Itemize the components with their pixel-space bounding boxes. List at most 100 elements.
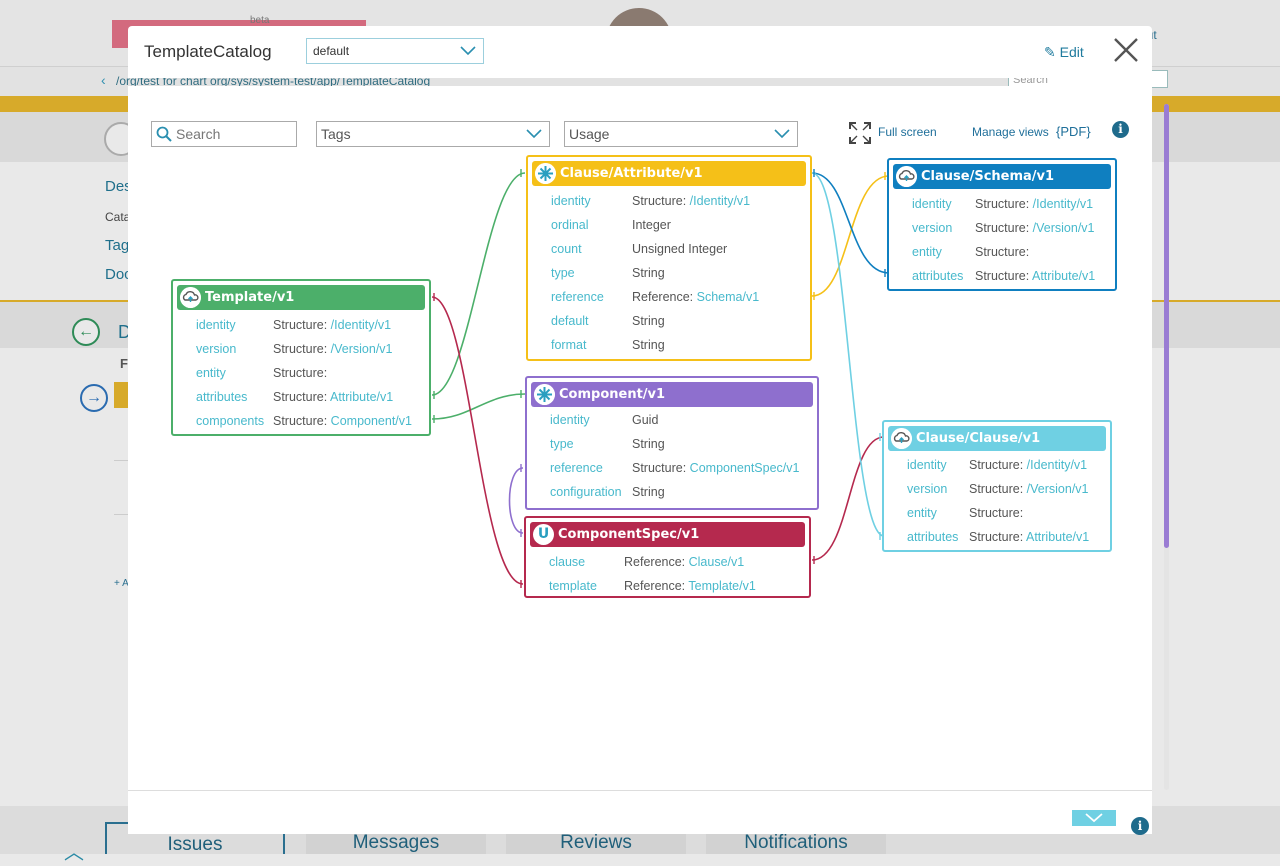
field-reference-link[interactable]: /Version/v1	[1027, 482, 1089, 496]
field-name: default	[551, 314, 589, 328]
field-type: Guid	[632, 408, 658, 432]
field-type: Integer	[632, 213, 671, 237]
field-type: String	[632, 432, 665, 456]
field-name: components	[196, 414, 265, 428]
field-type-label: Structure:	[273, 390, 330, 404]
field-reference-link[interactable]: /Identity/v1	[1033, 197, 1093, 211]
field-type-label: Structure:	[273, 414, 331, 428]
field-name: identity	[196, 318, 236, 332]
field-type: Structure:	[273, 361, 327, 385]
field-name: reference	[550, 461, 603, 475]
field-type: Structure: /Identity/v1	[975, 192, 1093, 216]
field-type-label: Structure:	[969, 506, 1024, 520]
field-name: count	[551, 242, 582, 256]
entity-header[interactable]: Clause/Schema/v1	[893, 164, 1111, 189]
field-type-label: Structure:	[975, 197, 1033, 211]
field-type: String	[632, 309, 665, 333]
field-name: identity	[551, 194, 591, 208]
field-type: String	[632, 333, 665, 357]
field-type: Reference: Clause/v1	[624, 550, 744, 574]
entity-card-attribute[interactable]: Clause/Attribute/v1 identity Structure: /…	[526, 155, 812, 361]
field-reference-link[interactable]: Clause/v1	[689, 555, 745, 569]
field-name: identity	[912, 197, 952, 211]
field-type: Structure: /Identity/v1	[273, 313, 391, 337]
field-type: Reference: Template/v1	[624, 574, 756, 598]
field-type: Structure: Component/v1	[273, 409, 412, 433]
field-type-label: Unsigned Integer	[632, 242, 728, 256]
field-type-label: Integer	[632, 218, 671, 232]
field-reference-link[interactable]: Attribute/v1	[1032, 269, 1095, 283]
field-type-label: String	[632, 485, 665, 499]
field-reference-link[interactable]: Attribute/v1	[330, 390, 393, 404]
field-name: version	[907, 482, 948, 496]
field-type-label: Structure:	[969, 482, 1027, 496]
field-type: Structure:	[969, 501, 1023, 525]
field-reference-link[interactable]: Attribute/v1	[1026, 530, 1089, 544]
field-type-label: Structure:	[969, 458, 1027, 472]
field-type: Structure: Attribute/v1	[969, 525, 1089, 549]
field-type: Structure: /Identity/v1	[969, 453, 1087, 477]
field-type-label: String	[632, 314, 665, 328]
connector-template-component	[431, 393, 526, 420]
entity-header[interactable]: Template/v1	[177, 285, 425, 310]
entity-title: Clause/Schema/v1	[921, 169, 1055, 184]
connector-spec-template	[431, 296, 524, 585]
entity-title: ComponentSpec/v1	[558, 527, 700, 542]
field-type-label: Structure:	[632, 461, 690, 475]
field-name: version	[196, 342, 237, 356]
field-type: Unsigned Integer	[632, 237, 727, 261]
field-type: Structure: /Version/v1	[969, 477, 1089, 501]
entity-title: Component/v1	[559, 387, 666, 402]
connector-component-spec	[508, 467, 524, 534]
field-name: template	[549, 579, 597, 593]
field-reference-link[interactable]: /Identity/v1	[1027, 458, 1087, 472]
field-reference-link[interactable]: /Version/v1	[1033, 221, 1095, 235]
field-type-label: Structure:	[969, 530, 1026, 544]
field-name: type	[550, 437, 574, 451]
field-name: configuration	[550, 485, 622, 499]
field-reference-link[interactable]: ComponentSpec/v1	[690, 461, 800, 475]
field-type-label: Structure:	[975, 269, 1032, 283]
entity-card-template[interactable]: Template/v1 identity Structure: /Identity…	[171, 279, 431, 436]
field-type-label: Structure:	[632, 194, 690, 208]
field-type-label: String	[632, 437, 665, 451]
entity-header[interactable]: Clause/Attribute/v1	[532, 161, 806, 186]
field-type: Structure: /Identity/v1	[632, 189, 750, 213]
connector-clause-attribute	[811, 172, 885, 537]
cloud-icon	[891, 428, 912, 449]
field-reference-link[interactable]: Schema/v1	[697, 290, 760, 304]
field-type: Structure: ComponentSpec/v1	[632, 456, 799, 480]
entity-title: Template/v1	[205, 290, 295, 305]
entity-header[interactable]: Component/v1	[531, 382, 813, 407]
entity-card-componentspec[interactable]: U ComponentSpec/v1 clause Reference: Clau…	[524, 516, 811, 598]
field-type: Structure:	[975, 240, 1029, 264]
entity-title: Clause/Clause/v1	[916, 431, 1041, 446]
u-icon: U	[533, 524, 554, 545]
field-reference-link[interactable]: Component/v1	[331, 414, 412, 428]
field-type-label: Structure:	[975, 221, 1033, 235]
field-name: clause	[549, 555, 586, 569]
field-reference-link[interactable]: /Identity/v1	[690, 194, 750, 208]
field-type-label: Reference:	[632, 290, 697, 304]
field-type: String	[632, 261, 665, 285]
entity-header[interactable]: U ComponentSpec/v1	[530, 522, 805, 547]
field-reference-link[interactable]: /Identity/v1	[331, 318, 391, 332]
cloud-icon	[180, 287, 201, 308]
field-name: version	[912, 221, 953, 235]
field-name: ordinal	[551, 218, 589, 232]
field-type: Structure: /Version/v1	[273, 337, 393, 361]
field-reference-link[interactable]: /Version/v1	[331, 342, 393, 356]
field-name: identity	[550, 413, 590, 427]
entity-header[interactable]: Clause/Clause/v1	[888, 426, 1106, 451]
field-type-label: Structure:	[975, 245, 1030, 259]
flower-icon	[534, 384, 555, 405]
entity-card-schema[interactable]: Clause/Schema/v1 identity Structure: /Ide…	[887, 158, 1117, 291]
field-type-label: String	[632, 338, 665, 352]
field-name: entity	[907, 506, 937, 520]
field-reference-link[interactable]: Template/v1	[688, 579, 755, 593]
cloud-icon	[896, 166, 917, 187]
connector-template-attribute	[431, 172, 526, 396]
entity-card-clause[interactable]: Clause/Clause/v1 identity Structure: /Ide…	[882, 420, 1112, 552]
entity-card-component[interactable]: Component/v1 identity Guid type String refer…	[525, 376, 819, 510]
field-name: attributes	[912, 269, 964, 283]
